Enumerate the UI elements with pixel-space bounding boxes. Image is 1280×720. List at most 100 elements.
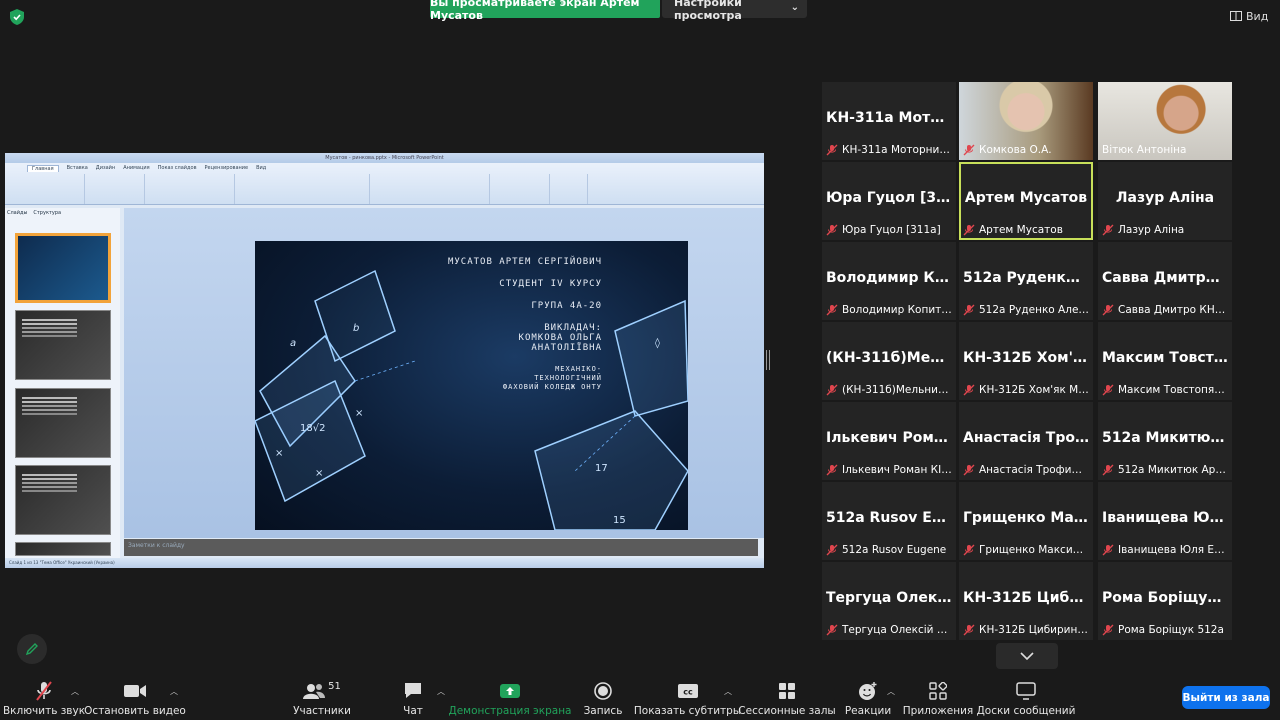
- participant-label-text: Лазур Аліна: [1118, 224, 1185, 236]
- participant-label-text: Володимир Копитін Е...: [842, 304, 952, 316]
- participant-tile[interactable]: Тергуца Олексі... Тергуца Олексій 311Б: [822, 562, 956, 640]
- participant-tile[interactable]: Савва Дмитро... Савва Дмитро КН-312б: [1098, 242, 1232, 320]
- apps-icon: [929, 682, 947, 700]
- svg-text:cc: cc: [683, 688, 693, 697]
- participant-tile[interactable]: Лазур Аліна Лазур Аліна: [1098, 162, 1232, 240]
- participant-tile[interactable]: Володимир Ко... Володимир Копитін Е...: [822, 242, 956, 320]
- ppt-tab-animation[interactable]: Анимация: [123, 165, 149, 171]
- participant-tile[interactable]: (КН-311б)Мель... (КН-311б)Мельник Во...: [822, 322, 956, 400]
- annotate-button[interactable]: [17, 634, 47, 664]
- slide-thumbnail[interactable]: [15, 310, 111, 380]
- participant-label: Анастасія Трофименк...: [963, 463, 1089, 477]
- participant-label-text: КН-311а Моторний Ігор: [842, 144, 952, 156]
- ppt-tab-insert[interactable]: Вставка: [67, 165, 88, 171]
- unmute-label: Включить звук: [2, 705, 86, 717]
- reactions-button[interactable]: Реакции: [845, 680, 891, 720]
- participant-tile[interactable]: Артем Мусатов Артем Мусатов: [959, 162, 1093, 240]
- pencil-icon: [25, 643, 38, 656]
- breakout-rooms-button[interactable]: Сессионные залы: [738, 680, 836, 720]
- participant-tile[interactable]: КН-312Б Хом'я... КН-312Б Хом'як Мики...: [959, 322, 1093, 400]
- chat-label: Чат: [403, 705, 423, 717]
- participant-tile[interactable]: Максим Товсто... Максим Товстопятий ...: [1098, 322, 1232, 400]
- participant-label: (КН-311б)Мельник Во...: [826, 383, 952, 397]
- gallery-next-page-button[interactable]: [996, 643, 1058, 669]
- ppt-pane-tab-outline[interactable]: Структура: [33, 210, 61, 216]
- slide-course: СТУДЕНТ IV КУРСУ: [499, 279, 602, 289]
- slide-college-1: МЕХАНІКО-: [555, 365, 602, 373]
- participant-tile[interactable]: Вітюк Антоніна: [1098, 82, 1232, 160]
- participant-label: КН-312Б Цибиринько...: [963, 623, 1089, 637]
- slide-thumbnail[interactable]: [15, 233, 111, 303]
- participant-tile[interactable]: КН-311а Мотор... КН-311а Моторний Ігор: [822, 82, 956, 160]
- show-captions-button[interactable]: cc Показать субтитры: [634, 680, 741, 720]
- view-options-dropdown[interactable]: Настройки просмотра ⌄: [662, 0, 807, 22]
- mic-muted-icon: [826, 384, 838, 396]
- participant-label-text: Артем Мусатов: [979, 224, 1063, 236]
- show-captions-label: Показать субтитры: [633, 705, 742, 717]
- record-button[interactable]: Запись: [583, 680, 623, 720]
- ppt-ribbon-group-font: [145, 174, 235, 204]
- record-icon: [594, 682, 612, 700]
- svg-text:b: b: [353, 323, 359, 334]
- view-button[interactable]: Вид: [1230, 8, 1268, 24]
- whiteboards-button[interactable]: Доски сообщений: [977, 680, 1075, 720]
- mic-muted-icon: [963, 304, 975, 316]
- reactions-options-caret[interactable]: ︿: [887, 686, 895, 697]
- security-shield-icon[interactable]: [10, 9, 24, 25]
- ppt-tab-view[interactable]: Вид: [256, 165, 266, 171]
- mic-muted-icon: [826, 464, 838, 476]
- ppt-tab-slideshow[interactable]: Показ слайдов: [158, 165, 197, 171]
- participant-name: 512а Руденко А...: [963, 270, 1089, 286]
- mic-muted-icon: [963, 224, 975, 236]
- ppt-tab-review[interactable]: Рецензирование: [205, 165, 249, 171]
- participant-tile[interactable]: Анастасія Троф... Анастасія Трофименк...: [959, 402, 1093, 480]
- participant-label: Грищенко Максим КН...: [963, 543, 1089, 557]
- split-resize-handle[interactable]: [766, 350, 770, 370]
- participant-name: КН-311а Мотор...: [826, 110, 952, 126]
- chevron-down-icon: ⌄: [790, 2, 799, 13]
- chat-button[interactable]: Чат: [398, 680, 428, 720]
- participants-button[interactable]: 51 Участники: [292, 680, 352, 720]
- participant-name: Артем Мусатов: [964, 190, 1088, 206]
- ppt-ribbon-group-paragraph: [235, 174, 370, 204]
- slide-thumbnail[interactable]: [15, 542, 111, 556]
- ppt-pane-tab-slides[interactable]: Слайды: [7, 210, 27, 216]
- participant-label-text: Грищенко Максим КН...: [979, 544, 1089, 556]
- participant-tile[interactable]: 512а Руденко А... 512а Руденко Алевти...: [959, 242, 1093, 320]
- participant-name: КН-312Б Циби...: [963, 590, 1089, 606]
- mic-muted-icon: [1102, 224, 1114, 236]
- captions-options-caret[interactable]: ︿: [724, 686, 732, 697]
- participant-tile[interactable]: Комкова О.А.: [959, 82, 1093, 160]
- video-options-caret[interactable]: ︿: [170, 686, 178, 697]
- share-screen-label: Демонстрация экрана: [448, 705, 572, 717]
- ppt-notes-area[interactable]: Заметки к слайду: [124, 539, 758, 556]
- participant-tile[interactable]: Іванищева Юл... Іванищева Юля ЕМ-1...: [1098, 482, 1232, 560]
- participant-label: 512а Руденко Алевти...: [963, 303, 1089, 317]
- participant-tile[interactable]: Юра Гуцол [31... Юра Гуцол [311а]: [822, 162, 956, 240]
- participant-label: Савва Дмитро КН-312б: [1102, 303, 1228, 317]
- participant-tile[interactable]: Рома Боріщук... Рома Боріщук 512а: [1098, 562, 1232, 640]
- leave-meeting-button[interactable]: Выйти из зала: [1182, 686, 1270, 709]
- participant-tile[interactable]: 512а Rusov Euge... 512а Rusov Eugene: [822, 482, 956, 560]
- audio-options-caret[interactable]: ︿: [71, 686, 79, 697]
- participants-count: 51: [328, 680, 341, 692]
- participant-tile[interactable]: 512а Микитюк... 512а Микитюк Артем: [1098, 402, 1232, 480]
- participant-label: Юра Гуцол [311а]: [826, 223, 952, 237]
- ppt-tab-home[interactable]: Главная: [27, 164, 59, 172]
- participant-label: 512а Rusov Eugene: [826, 543, 952, 557]
- mic-muted-icon: [963, 544, 975, 556]
- mic-muted-icon: [1102, 384, 1114, 396]
- slide-thumbnail[interactable]: [15, 388, 111, 458]
- ppt-ribbon-group-editing: [550, 174, 588, 204]
- participant-tile[interactable]: Ількевич Рома... Ількевич Роман КІ-51...: [822, 402, 956, 480]
- share-screen-button[interactable]: Демонстрация экрана: [449, 680, 572, 720]
- participant-tile[interactable]: КН-312Б Циби... КН-312Б Цибиринько...: [959, 562, 1093, 640]
- chat-options-caret[interactable]: ︿: [437, 686, 445, 697]
- ppt-tab-design[interactable]: Дизайн: [96, 165, 115, 171]
- unmute-button[interactable]: Включить звук: [3, 680, 85, 720]
- participant-tile[interactable]: Грищенко Мак... Грищенко Максим КН...: [959, 482, 1093, 560]
- stop-video-button[interactable]: Остановить видео: [84, 680, 186, 720]
- viewing-screen-banner: Вы просматриваете экран Артем Мусатов: [430, 0, 660, 22]
- slide-thumbnail[interactable]: [15, 465, 111, 535]
- apps-button[interactable]: Приложения: [903, 680, 973, 720]
